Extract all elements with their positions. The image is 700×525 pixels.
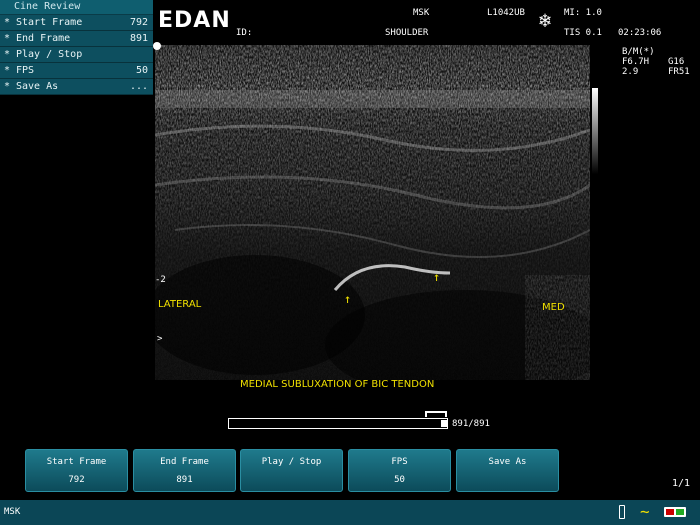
menu-item-label: FPS: [16, 65, 35, 76]
softkey-label: Play / Stop: [261, 457, 322, 467]
status-mode: MSK: [4, 507, 21, 517]
patient-id-label: ID:: [236, 28, 253, 38]
menu-item-label: Start Frame: [16, 17, 83, 28]
snowflake-icon: ❄: [539, 8, 552, 32]
gain: G16: [668, 57, 685, 67]
softkey-value: 891: [176, 475, 193, 485]
menu-bullet: *: [4, 49, 11, 60]
preset-name: SHOULDER: [385, 28, 429, 38]
grayscale-bar: [592, 88, 598, 174]
cine-review-title: Cine Review: [0, 0, 153, 15]
cine-review-menu: Cine Review * Start Frame 792 * End Frame …: [0, 0, 153, 95]
cine-scrub-bar[interactable]: [228, 418, 448, 429]
menu-item-value: 50: [135, 65, 148, 76]
orientation-marker: [153, 42, 161, 50]
clock-time: 02:23:06: [618, 28, 662, 38]
start-frame-button[interactable]: Start Frame 792: [25, 449, 128, 492]
menu-bullet: *: [4, 17, 11, 28]
menu-bullet: *: [4, 81, 11, 92]
battery-icon: [664, 507, 686, 517]
imaging-mode: B/M(*): [622, 47, 655, 57]
annotation-text: MEDIAL SUBLUXATION OF BIC TENDON: [240, 379, 435, 390]
medial-label: MED: [542, 302, 565, 313]
menu-item-label: Save As: [16, 81, 59, 92]
fps-button[interactable]: FPS 50: [348, 449, 451, 492]
usb-icon: [619, 505, 625, 519]
arrow-up-icon: ↑: [433, 270, 441, 284]
depth: 2.9: [622, 67, 639, 77]
softkey-value: 50: [394, 475, 405, 485]
menu-item-label: Play / Stop: [16, 49, 83, 60]
frame-counter: 891/891: [452, 419, 490, 429]
status-bar: MSK ∼: [0, 500, 700, 525]
menu-item-value: 792: [129, 17, 148, 28]
frame-range-bracket: [425, 411, 447, 417]
menu-item-save-as[interactable]: * Save As ...: [0, 79, 153, 95]
play-stop-button[interactable]: Play / Stop: [240, 449, 343, 492]
menu-bullet: *: [4, 65, 11, 76]
menu-item-label: End Frame: [16, 33, 71, 44]
end-frame-button[interactable]: End Frame 891: [133, 449, 236, 492]
softkey-label: End Frame: [160, 457, 209, 467]
depth-marker: -2: [155, 275, 166, 285]
frequency: F6.7H: [622, 57, 650, 67]
menu-item-value: ...: [129, 81, 148, 92]
softkey-value: 792: [68, 475, 85, 485]
arrow-up-icon: ↑: [344, 292, 352, 306]
frame-rate: FR51: [668, 67, 690, 77]
menu-item-start-frame[interactable]: * Start Frame 792: [0, 15, 153, 31]
focus-pointer: >: [157, 334, 163, 344]
menu-item-value: 891: [129, 33, 148, 44]
menu-item-play-stop[interactable]: * Play / Stop: [0, 47, 153, 63]
lateral-label: LATERAL: [158, 299, 202, 310]
tis-value: TIS 0.1: [564, 28, 602, 38]
exam-type: MSK: [413, 8, 430, 18]
mi-value: MI: 1.0: [564, 8, 602, 18]
menu-bullet: *: [4, 33, 11, 44]
softkey-label: Start Frame: [46, 457, 107, 467]
probe-model: L1042UB: [487, 8, 525, 18]
softkey-label: Save As: [488, 457, 527, 467]
wave-icon: ∼: [640, 502, 650, 521]
menu-item-end-frame[interactable]: * End Frame 891: [0, 31, 153, 47]
page-indicator: 1/1: [671, 478, 690, 489]
scrub-position-marker[interactable]: [441, 420, 447, 427]
save-as-button[interactable]: Save As: [456, 449, 559, 492]
edan-logo: EDAN: [158, 8, 231, 33]
menu-item-fps[interactable]: * FPS 50: [0, 63, 153, 79]
ultrasound-image: [155, 45, 590, 380]
softkey-label: FPS: [391, 457, 408, 467]
